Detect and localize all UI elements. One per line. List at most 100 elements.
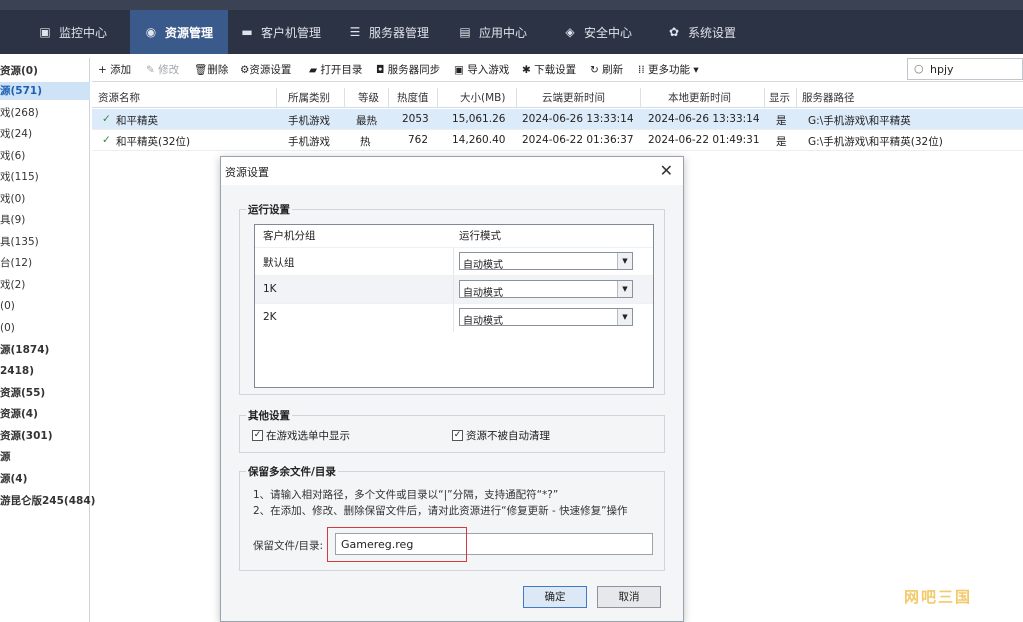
resource-settings-button[interactable]: ⚙资源设置 bbox=[240, 62, 291, 77]
tab-monitor-center[interactable]: ▣ 监控中心 bbox=[38, 10, 118, 54]
cell-local-time: 2024-06-26 13:33:14 bbox=[648, 113, 760, 125]
sidebar-item[interactable]: 戏(115) bbox=[0, 168, 39, 186]
cell-show: 是 bbox=[776, 115, 787, 127]
sidebar-item[interactable]: 游昆仑版245(484) bbox=[0, 492, 95, 510]
chevron-down-icon[interactable]: ▼ bbox=[617, 253, 632, 269]
sidebar-item[interactable]: 具(9) bbox=[0, 211, 25, 229]
sidebar-item[interactable]: (0) bbox=[0, 297, 15, 315]
column-header[interactable]: 资源名称 bbox=[98, 90, 140, 105]
highlight-box bbox=[327, 527, 467, 562]
column-header[interactable]: 服务器路径 bbox=[802, 90, 855, 105]
grid-row[interactable]: 默认组 自动模式 ▼ bbox=[255, 247, 653, 276]
run-mode-value: 自动模式 bbox=[463, 260, 503, 271]
keep-files-field-label: 保留文件/目录: bbox=[253, 540, 324, 552]
server-sync-label: 服务器同步 bbox=[387, 64, 441, 76]
sidebar-item[interactable]: 资源(0) bbox=[0, 62, 38, 80]
grid-row[interactable]: 1K 自动模式 ▼ bbox=[255, 275, 653, 304]
open-directory-label: 打开目录 bbox=[320, 64, 363, 76]
tab-label: 资源管理 bbox=[165, 25, 214, 40]
grid-row[interactable]: 2K 自动模式 ▼ bbox=[255, 303, 653, 332]
column-header[interactable]: 大小(MB) bbox=[460, 90, 505, 105]
import-game-button[interactable]: ▣ 导入游戏 bbox=[454, 62, 509, 77]
table-row[interactable]: ✓ 和平精英(32位) 手机游戏 热 762 14,260.40 2024-06… bbox=[92, 130, 1023, 151]
column-header[interactable]: 所属类别 bbox=[288, 90, 330, 105]
sidebar-item[interactable]: 戏(2) bbox=[0, 276, 25, 294]
close-icon[interactable]: ✕ bbox=[660, 161, 673, 180]
tab-security-center[interactable]: ◈ 安全中心 bbox=[563, 10, 643, 54]
column-header[interactable]: 显示 bbox=[769, 90, 790, 105]
tab-resource-management[interactable]: ◉ 资源管理 bbox=[130, 10, 228, 54]
sidebar-item[interactable]: 源(4) bbox=[0, 470, 27, 488]
search-box[interactable]: ○ bbox=[907, 58, 1023, 80]
window-title-strip bbox=[0, 0, 1023, 10]
sidebar-item[interactable]: 戏(6) bbox=[0, 147, 25, 165]
refresh-button[interactable]: ↻ 刷新 bbox=[590, 62, 623, 77]
download-gear-icon: ✱ bbox=[522, 64, 535, 76]
cell-name: 和平精英 bbox=[116, 115, 158, 127]
server-sync-button[interactable]: ◘ 服务器同步 bbox=[376, 62, 440, 77]
cell-heat: 762 bbox=[408, 134, 429, 146]
edit-button[interactable]: ✎ 修改 bbox=[146, 62, 179, 77]
no-auto-clean-checkbox[interactable]: ✓ 资源不被自动清理 bbox=[452, 428, 550, 443]
cell-show: 是 bbox=[776, 136, 787, 148]
download-settings-button[interactable]: ✱ 下载设置 bbox=[522, 62, 576, 77]
cell-size: 15,061.26 bbox=[452, 113, 506, 125]
run-mode-select[interactable]: 自动模式 ▼ bbox=[459, 308, 633, 327]
run-mode-select[interactable]: 自动模式 ▼ bbox=[459, 252, 633, 271]
cell-name: 和平精英(32位) bbox=[116, 136, 191, 148]
search-input[interactable] bbox=[930, 61, 1020, 77]
tab-label: 客户机管理 bbox=[261, 25, 322, 40]
keep-files-note-2: 2、在添加、修改、删除保留文件后，请对此资源进行“修复更新 - 快速修复”操作 bbox=[253, 505, 628, 517]
column-header[interactable]: 云端更新时间 bbox=[542, 90, 605, 105]
column-header-mode: 运行模式 bbox=[459, 230, 501, 242]
cell-level: 最热 bbox=[356, 115, 377, 127]
category-sidebar: 资源(0) 源(571) 戏(268) 戏(24) 戏(6) 戏(115) 戏(… bbox=[0, 58, 95, 622]
dialog-titlebar[interactable]: 资源设置 ✕ bbox=[221, 157, 683, 185]
tab-system-settings[interactable]: ✿ 系统设置 bbox=[667, 10, 747, 54]
sidebar-item[interactable]: 2418) bbox=[0, 362, 34, 380]
sidebar-item[interactable]: 源(1874) bbox=[0, 341, 49, 359]
settings-icon: ⚙ bbox=[240, 64, 250, 76]
import-icon: ▣ bbox=[454, 64, 468, 76]
checkmark-icon: ✓ bbox=[452, 430, 463, 441]
delete-button[interactable]: 🗑删除 bbox=[194, 62, 228, 77]
sidebar-item-selected[interactable]: 源(571) bbox=[0, 82, 90, 100]
tab-label: 监控中心 bbox=[59, 25, 108, 40]
tab-client-management[interactable]: ▬ 客户机管理 bbox=[240, 10, 330, 54]
column-header[interactable]: 热度值 bbox=[397, 90, 429, 105]
sidebar-item[interactable]: 资源(301) bbox=[0, 427, 53, 445]
search-icon: ○ bbox=[914, 62, 924, 75]
sidebar-item[interactable]: (0) bbox=[0, 319, 15, 337]
dialog-title: 资源设置 bbox=[225, 166, 269, 179]
cell-level: 热 bbox=[360, 136, 371, 148]
download-settings-label: 下载设置 bbox=[534, 64, 577, 76]
sidebar-item[interactable]: 戏(24) bbox=[0, 125, 32, 143]
sidebar-item[interactable]: 戏(268) bbox=[0, 104, 39, 122]
table-row[interactable]: ✓ 和平精英 手机游戏 最热 2053 15,061.26 2024-06-26… bbox=[92, 109, 1023, 130]
add-button[interactable]: + 添加 bbox=[98, 62, 131, 77]
checkmark-icon: ✓ bbox=[252, 430, 263, 441]
open-directory-button[interactable]: ▰ 打开目录 bbox=[309, 62, 362, 77]
more-functions-button[interactable]: ⁞⁞ 更多功能 ▾ bbox=[638, 62, 699, 77]
tab-app-center[interactable]: ▤ 应用中心 bbox=[458, 10, 538, 54]
column-header[interactable]: 本地更新时间 bbox=[668, 90, 731, 105]
group-name: 2K bbox=[263, 311, 277, 323]
cancel-button[interactable]: 取消 bbox=[597, 586, 661, 608]
show-in-menu-checkbox[interactable]: ✓ 在游戏选单中显示 bbox=[252, 428, 350, 443]
tab-server-management[interactable]: ☰ 服务器管理 bbox=[348, 10, 438, 54]
sidebar-item[interactable]: 源 bbox=[0, 448, 11, 466]
chevron-down-icon[interactable]: ▼ bbox=[617, 281, 632, 297]
refresh-icon: ↻ bbox=[590, 64, 603, 76]
ok-button[interactable]: 确定 bbox=[523, 586, 587, 608]
chevron-down-icon[interactable]: ▼ bbox=[617, 309, 632, 325]
watermark-logo: 网吧三国 bbox=[904, 588, 973, 606]
sidebar-item[interactable]: 台(12) bbox=[0, 254, 32, 272]
column-header[interactable]: 等级 bbox=[358, 90, 379, 105]
sidebar-item[interactable]: 资源(4) bbox=[0, 405, 38, 423]
run-settings-label: 运行设置 bbox=[246, 202, 292, 217]
sidebar-item[interactable]: 资源(55) bbox=[0, 384, 45, 402]
run-mode-select[interactable]: 自动模式 ▼ bbox=[459, 280, 633, 299]
sidebar-item[interactable]: 戏(0) bbox=[0, 190, 25, 208]
run-mode-value: 自动模式 bbox=[463, 316, 503, 327]
sidebar-item[interactable]: 具(135) bbox=[0, 233, 39, 251]
